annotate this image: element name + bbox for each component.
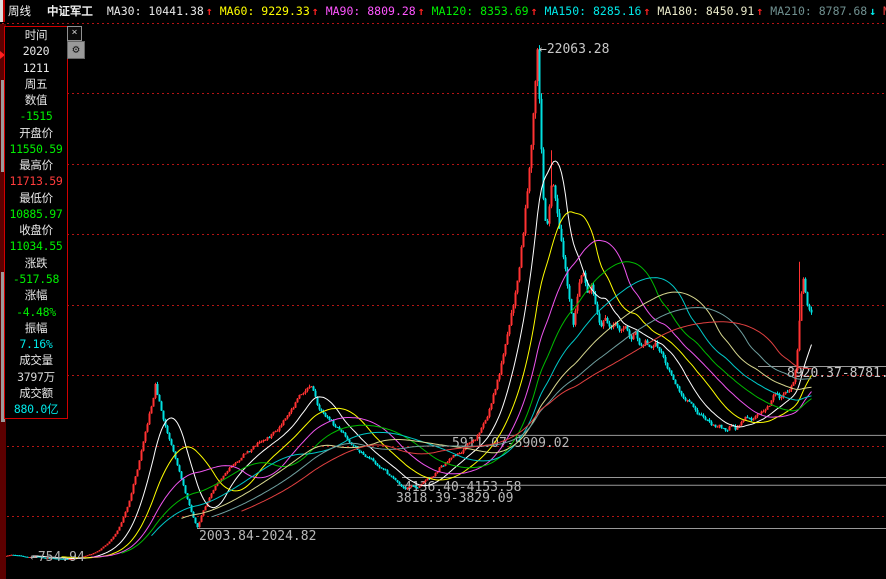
info-row: 振幅 [24,320,48,335]
trend-arrow-icon: ↓ [869,4,877,18]
info-row: 7.16% [19,337,53,352]
ma-indicator-value: MA90: 8809.28 [325,4,416,18]
ma-indicator-value: MA180: 8450.91 [657,4,755,18]
info-row: 11713.59 [9,174,63,189]
info-row: 880.0亿 [13,402,59,417]
info-row: -517.58 [12,271,60,286]
info-row: 11034.55 [9,239,63,254]
info-row: 开盘价 [19,125,53,140]
ma-indicator[interactable]: MA90: 8809.28 ↑ [326,4,425,18]
trend-arrow-icon: ↑ [756,4,764,18]
ma-values-row: MA30: 10441.38 ↑ MA60: 9229.33 ↑ MA90: 8809.… [100,4,886,18]
info-row: 1211 [22,60,50,75]
close-icon[interactable]: × [67,26,82,41]
info-row: 成交量 [19,353,53,368]
trend-arrow-icon: ↑ [530,4,538,18]
ma-indicator-value: MA60: 9229.33 [219,4,310,18]
info-row: 最高价 [19,158,53,173]
info-row: 数值 [24,93,48,108]
info-row: 10885.97 [9,206,63,221]
ma-indicator-value: MA210: 8787.68 [770,4,868,18]
ma-indicator-value: MA30: 10441.38 [106,4,204,18]
info-panel: 时间 2020 1211 周五数值 -1515 开盘价 11550.59 最高价 11713.5… [4,26,68,419]
ma-indicator[interactable]: MA120: 8353.69 ↑ [432,4,538,18]
ma-indicator-value: MA120: 8353.69 [431,4,529,18]
info-row: 时间 [24,28,48,42]
svg-text:3818.39-3829.09: 3818.39-3829.09 [396,491,513,506]
trend-arrow-icon: ↑ [205,4,213,18]
trend-arrow-icon: ↑ [643,4,651,18]
info-row: 成交额 [19,385,53,400]
info-row: -4.48% [16,304,56,319]
info-row: 周五 [24,76,48,91]
ma-indicator[interactable]: MA30: 10441.38 ↑ [107,4,213,18]
info-row: 收盘价 [19,223,53,238]
ma-indicator-value: MA150: 8285.16 [544,4,642,18]
info-row: 涨幅 [24,288,48,303]
ma-indicator[interactable]: MA180: 8450.91 ↑ [657,4,763,18]
info-row: 涨跌 [24,255,48,270]
candlestick-chart[interactable]: 5911.07-5909.024136.40-4153.583818.39-38… [0,0,886,579]
ma-indicator[interactable]: MA210: 8787.68 ↓ [770,4,876,18]
gear-icon[interactable]: ⚙ [67,41,85,59]
svg-text:←22063.28: ←22063.28 [539,42,609,57]
info-row: 2020 [22,44,50,59]
period-label[interactable]: 周线 [8,4,31,18]
ma-indicator[interactable]: MA150: 8285.16 ↑ [545,4,651,18]
ma-indicator[interactable]: MA60: 9229.33 ↑ [220,4,319,18]
window-corner-decoration [0,0,5,22]
info-row: -1515 [19,109,53,124]
svg-text:←754.94: ←754.94 [30,550,85,565]
symbol-name[interactable]: 中证军工 [47,4,93,18]
info-row: 3797万 [17,369,55,384]
svg-text:2003.84-2024.82: 2003.84-2024.82 [199,529,316,544]
trend-arrow-icon: ↑ [311,4,319,18]
info-row: 11550.59 [9,141,63,156]
info-row: 最低价 [19,190,53,205]
trend-arrow-icon: ↑ [417,4,425,18]
stock-chart-window: 5911.07-5909.02 4136.40-4153.58 3818.39-38… [0,0,886,579]
indicator-header-bar: 周线 中证军工 MA30: 10441.38 ↑ MA60: 9229.33 ↑ MA9… [0,0,886,22]
